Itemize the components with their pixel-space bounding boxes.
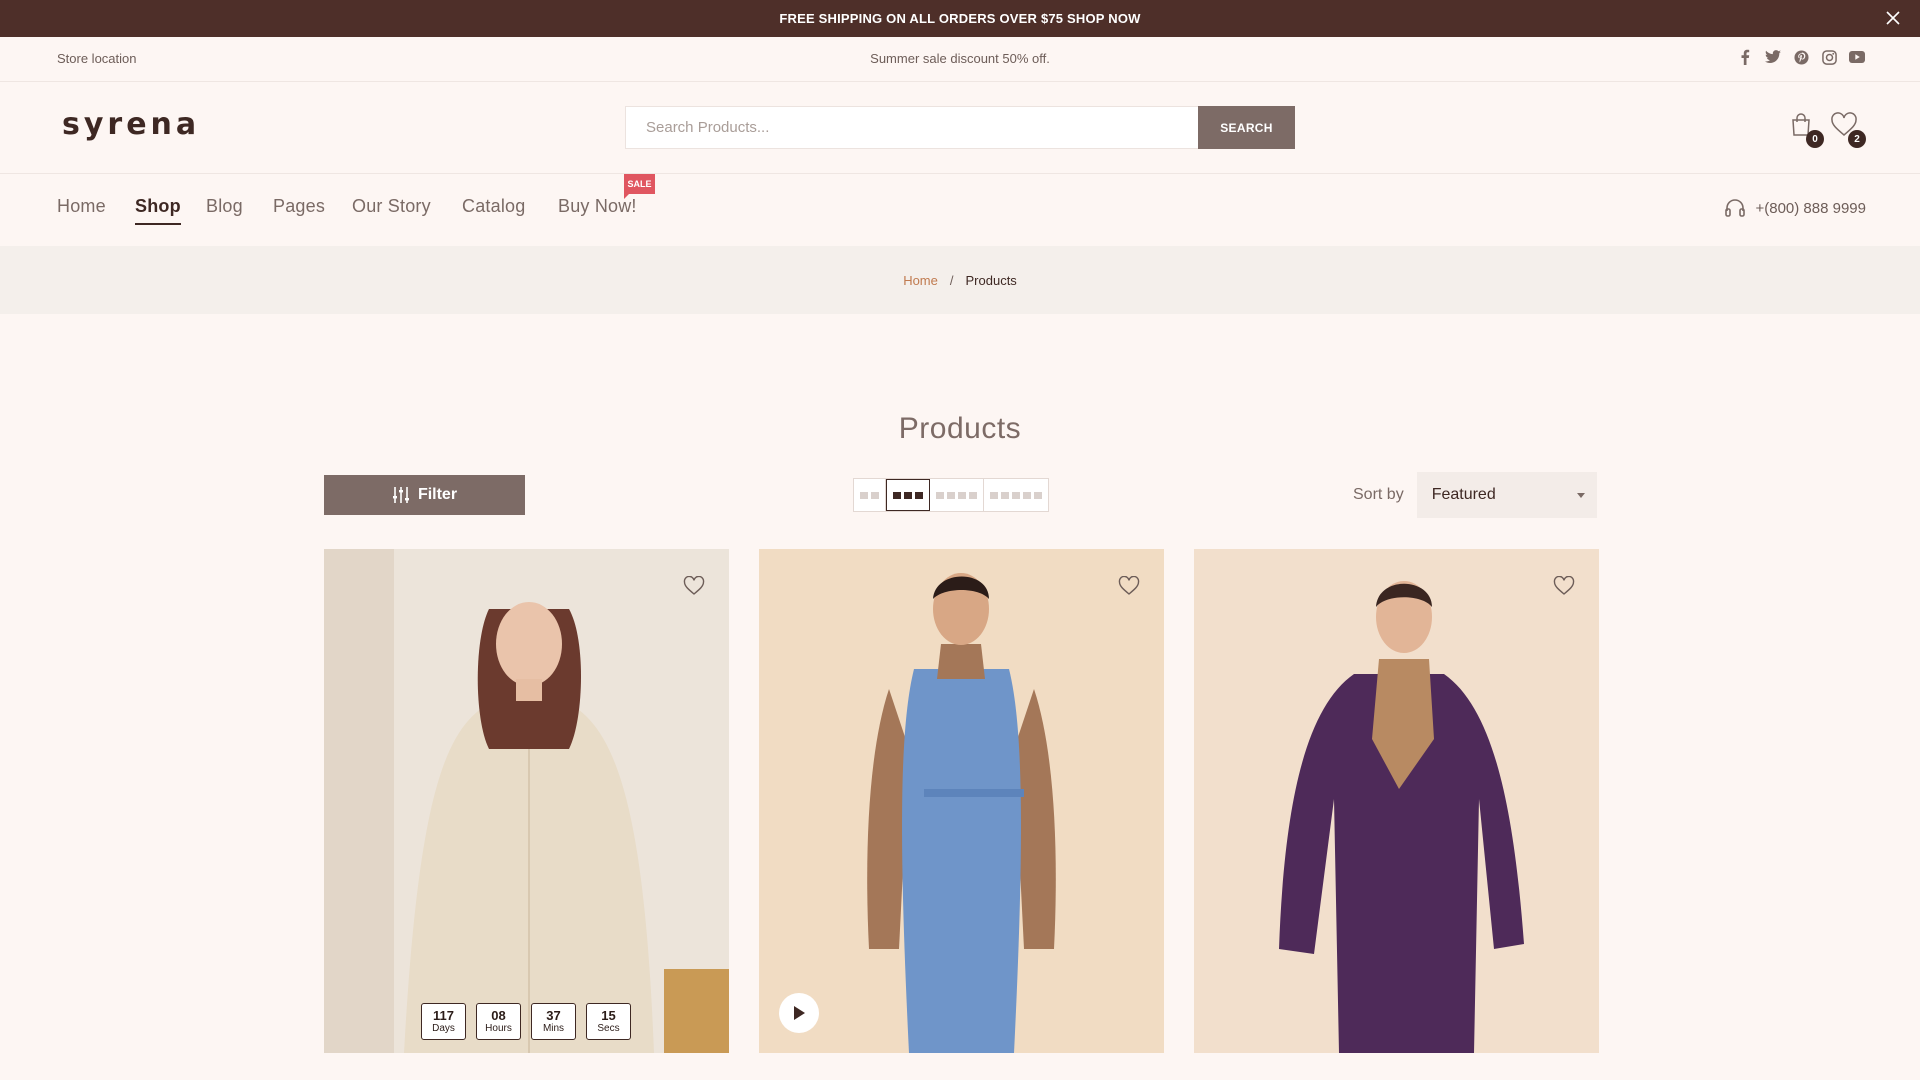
countdown-hours: 08 Hours [476,1003,521,1040]
countdown-unit: Days [432,1022,455,1034]
grid-5-columns-button[interactable] [984,479,1048,511]
grid-layout-switcher [853,478,1049,512]
search-bar: SEARCH [625,106,1295,149]
sort-control: Sort by Featured [1353,472,1597,518]
countdown-value: 117 [433,1007,454,1023]
top-bar: Store location Summer sale discount 50% … [0,37,1920,82]
sort-value: Featured [1431,486,1496,503]
countdown-days: 117 Days [421,1003,466,1040]
product-image [759,549,1164,1053]
play-icon [794,1006,805,1020]
breadcrumb-current: Products [965,272,1017,288]
headphones-icon [1725,199,1746,217]
announcement-bar: FREE SHIPPING ON ALL ORDERS OVER $75 SHO… [0,0,1920,37]
site-logo[interactable]: syrena [62,107,200,142]
caret-down-icon [1576,492,1585,498]
countdown-timer: 117 Days 08 Hours 37 Mins 15 Secs [421,1003,631,1040]
cart-button[interactable]: 0 [1788,112,1824,148]
cart-count-badge: 0 [1806,130,1824,148]
countdown-value: 08 [491,1007,506,1023]
nav-item-our-story[interactable]: Our Story [352,196,431,217]
nav-item-catalog[interactable]: Catalog [462,196,525,217]
countdown-value: 15 [601,1007,616,1023]
grid-4-columns-button[interactable] [930,479,984,511]
sale-badge: SALE [624,174,655,199]
site-header: syrena SEARCH 0 2 [0,82,1920,174]
announcement-text[interactable]: FREE SHIPPING ON ALL ORDERS OVER $75 SHO… [779,11,1140,26]
countdown-unit: Mins [542,1022,565,1034]
sort-label: Sort by [1353,486,1404,503]
phone-contact[interactable]: +(800) 888 9999 [1724,198,1866,218]
product-grid: 117 Days 08 Hours 37 Mins 15 Secs [324,549,1599,1053]
wishlist-button[interactable]: 2 [1830,112,1866,148]
heart-icon[interactable] [1551,573,1577,599]
breadcrumb-home[interactable]: Home [903,273,938,288]
nav-item-shop[interactable]: Shop [135,196,181,225]
grid-2-columns-button[interactable] [854,479,886,511]
product-image [324,549,729,1053]
product-card[interactable] [759,549,1164,1053]
countdown-mins: 37 Mins [531,1003,576,1040]
nav-item-pages[interactable]: Pages [273,196,325,217]
promo-text: Summer sale discount 50% off. [870,51,1050,66]
facebook-icon[interactable] [1736,48,1754,66]
product-card[interactable] [1194,549,1599,1053]
phone-number: +(800) 888 9999 [1755,199,1866,217]
search-input[interactable] [625,106,1198,149]
heart-icon[interactable] [681,573,707,599]
instagram-icon[interactable] [1820,48,1838,66]
product-image [1194,549,1599,1053]
nav-item-buy-now[interactable]: Buy Now! [558,196,637,217]
sort-select[interactable]: Featured [1416,472,1597,518]
sliders-icon [392,487,409,503]
grid-3-columns-button[interactable] [886,479,930,511]
nav-item-blog[interactable]: Blog [206,196,243,217]
main-nav: Home Shop Blog Pages Our Story Catalog B… [0,174,1920,246]
twitter-icon[interactable] [1764,48,1782,66]
play-video-button[interactable] [779,993,819,1033]
wishlist-count-badge: 2 [1848,130,1866,148]
search-button[interactable]: SEARCH [1198,106,1295,149]
close-icon[interactable] [1880,5,1906,31]
countdown-value: 37 [546,1007,561,1023]
social-links [1736,48,1866,66]
heart-icon[interactable] [1116,573,1142,599]
nav-item-home[interactable]: Home [57,196,106,217]
breadcrumb: Home / Products [0,246,1920,314]
page-title: Products [898,412,1022,445]
pinterest-icon[interactable] [1792,48,1810,66]
countdown-secs: 15 Secs [586,1003,631,1040]
product-card[interactable]: 117 Days 08 Hours 37 Mins 15 Secs [324,549,729,1053]
youtube-icon[interactable] [1848,48,1866,66]
countdown-unit: Hours [485,1022,512,1034]
filter-label: Filter [417,486,458,503]
breadcrumb-separator: / [949,272,954,288]
countdown-unit: Secs [597,1022,620,1034]
filter-button[interactable]: Filter [324,475,525,515]
